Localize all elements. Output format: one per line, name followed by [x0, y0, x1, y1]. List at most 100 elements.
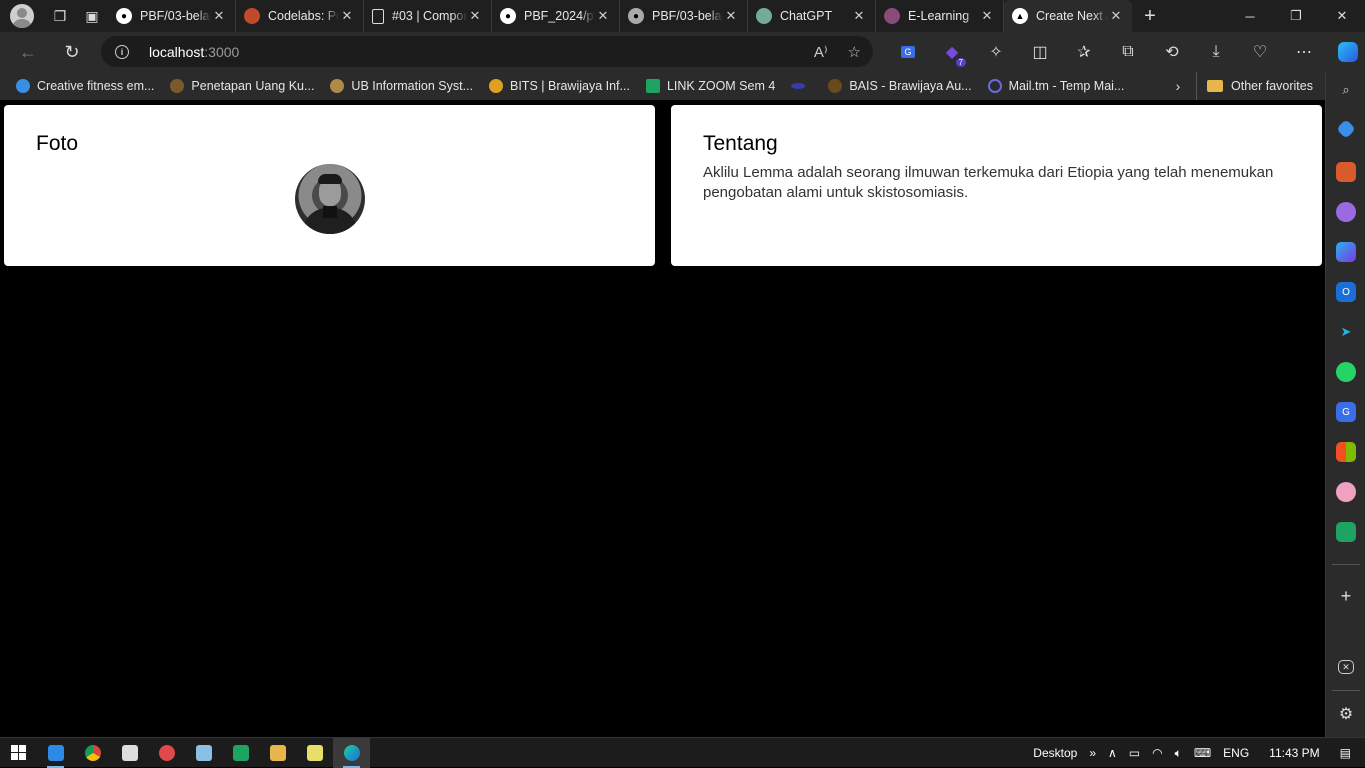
settings-gear-icon[interactable]: ⚙ [1336, 704, 1356, 724]
url-host: localhost [149, 43, 205, 60]
sticky-notes-icon[interactable] [296, 738, 333, 768]
notifications-icon[interactable]: ▤ [1334, 746, 1365, 760]
downloads-icon[interactable]: ⤓ [1194, 32, 1238, 72]
clock[interactable]: 11:43 PM [1255, 746, 1333, 760]
desktop-label[interactable]: Desktop [1027, 746, 1083, 760]
tab-title: E-Learning [908, 9, 970, 23]
windows-start-icon[interactable] [0, 738, 37, 768]
chevron-right-icon[interactable]: › [1168, 72, 1188, 100]
send-icon[interactable]: ➤ [1336, 322, 1356, 342]
performance-icon[interactable]: ♡ [1238, 32, 1282, 72]
collections-icon[interactable]: ⧉ [1106, 32, 1150, 72]
close-tab-icon[interactable]: ✕ [467, 8, 483, 24]
close-tab-icon[interactable]: ✕ [979, 8, 995, 24]
new-tab-button[interactable]: + [1132, 0, 1168, 32]
tab-6[interactable]: E-Learning ✕ [876, 0, 1004, 32]
chrome-icon[interactable] [74, 738, 111, 768]
about-card: Tentang Aklilu Lemma adalah seorang ilmu… [671, 105, 1322, 266]
workspaces-icon[interactable]: ❐ [44, 0, 76, 32]
battery-icon[interactable]: ▭ [1123, 746, 1146, 760]
split-screen-icon[interactable]: ◫ [1018, 32, 1062, 72]
add-icon[interactable]: + [1336, 586, 1356, 606]
close-tab-icon[interactable]: ✕ [595, 8, 611, 24]
whatsapp-icon[interactable] [1336, 362, 1356, 382]
address-bar[interactable]: i localhost:3000 A⁾ ☆ [101, 36, 873, 67]
favorite-site-icon [987, 79, 1002, 93]
document-icon [372, 8, 384, 24]
tab-0[interactable]: ● PBF/03-belajar ✕ [108, 0, 236, 32]
favorite-item[interactable]: Mail.tm - Temp Mai... [980, 72, 1133, 100]
favorite-item[interactable]: UB Information Syst... [322, 72, 481, 100]
refresh-icon[interactable]: ↻ [52, 36, 92, 68]
close-tab-icon[interactable]: ✕ [851, 8, 867, 24]
favorites-icon[interactable]: ✰ [1062, 32, 1106, 72]
favorite-item[interactable]: Creative fitness em... [8, 72, 162, 100]
file-explorer-icon[interactable] [259, 738, 296, 768]
favorite-site-icon [170, 79, 185, 93]
favorite-label: Creative fitness em... [37, 79, 155, 93]
restore-icon[interactable]: ❐ [1273, 0, 1319, 32]
chevron-icon[interactable]: » [1083, 746, 1102, 760]
shopping-tag-icon[interactable] [1336, 119, 1356, 139]
screenshot-icon[interactable]: ✕ [1338, 660, 1354, 674]
close-tab-icon[interactable]: ✕ [723, 8, 739, 24]
meet-icon[interactable] [1336, 522, 1356, 542]
favorite-item[interactable]: BITS | Brawijaya Inf... [481, 72, 638, 100]
tab-3[interactable]: ● PBF_2024/pbf ✕ [492, 0, 620, 32]
brain-icon[interactable] [1336, 482, 1356, 502]
extension-badge-icon[interactable]: ◆ 7 [930, 32, 974, 72]
tab-4[interactable]: ● PBF/03-belajar ✕ [620, 0, 748, 32]
favorite-item[interactable] [783, 72, 820, 100]
tab-2[interactable]: #03 | Compone ✕ [364, 0, 492, 32]
github-icon: ● [628, 8, 644, 24]
microsoft-icon[interactable] [1336, 442, 1356, 462]
keyboard-icon[interactable]: ⌨ [1188, 746, 1217, 760]
tools-icon[interactable] [1336, 162, 1356, 182]
system-tray: Desktop » ∧ ▭ ◠ 🔈︎ ⌨ ENG 11:43 PM ▤ [1027, 738, 1365, 768]
tab-7[interactable]: ▲ Create Next App ✕ [1004, 0, 1132, 32]
tab-title: PBF_2024/pbf [524, 9, 595, 23]
url-text: localhost:3000 [149, 44, 239, 60]
navigation-bar: ← ↻ i localhost:3000 A⁾ ☆ G ◆ 7 ✧ ◫ ✰ ⧉ ⟲… [0, 32, 1365, 72]
favorite-star-icon[interactable]: ☆ [848, 43, 861, 61]
wifi-icon[interactable]: ◠ [1146, 746, 1168, 760]
sidebar-divider [1332, 690, 1360, 691]
app-icon[interactable] [148, 738, 185, 768]
vscode-icon[interactable] [37, 738, 74, 768]
photo-card: Foto [4, 105, 655, 266]
tab-actions-icon[interactable]: ▣ [76, 0, 108, 32]
outlook-icon[interactable]: O [1336, 282, 1356, 302]
notepad-icon[interactable] [111, 738, 148, 768]
extensions-puzzle-icon[interactable]: ✧ [974, 32, 1018, 72]
copilot-icon[interactable] [1326, 32, 1365, 72]
translate-icon[interactable]: G [886, 32, 930, 72]
read-aloud-icon[interactable]: A⁾ [814, 43, 828, 61]
close-tab-icon[interactable]: ✕ [339, 8, 355, 24]
terminal-icon[interactable] [222, 738, 259, 768]
favorite-site-icon [16, 79, 30, 93]
favorite-item[interactable]: Penetapan Uang Ku... [162, 72, 322, 100]
language-indicator[interactable]: ENG [1217, 746, 1255, 760]
translate-sidebar-icon[interactable]: G [1336, 402, 1356, 422]
back-arrow-icon[interactable]: ← [8, 36, 48, 68]
edge-icon[interactable] [333, 737, 370, 768]
close-window-icon[interactable]: ✕ [1319, 0, 1365, 32]
show-hidden-icons[interactable]: ∧ [1102, 746, 1123, 760]
close-tab-icon[interactable]: ✕ [211, 8, 227, 24]
search-icon[interactable]: ⌕ [1336, 80, 1356, 100]
tab-5[interactable]: ChatGPT ✕ [748, 0, 876, 32]
other-favorites[interactable]: Other favorites [1196, 72, 1313, 100]
site-info-icon[interactable]: i [115, 44, 129, 59]
volume-icon[interactable]: 🔈︎ [1169, 746, 1188, 761]
profile-avatar-icon[interactable] [10, 4, 34, 28]
favorite-item[interactable]: LINK ZOOM Sem 4 [638, 72, 783, 100]
history-icon[interactable]: ⟲ [1150, 32, 1194, 72]
close-tab-icon[interactable]: ✕ [1108, 8, 1124, 24]
favorite-item[interactable]: BAIS - Brawijaya Au... [820, 72, 979, 100]
minimize-icon[interactable]: ─ [1227, 0, 1273, 32]
games-icon[interactable] [1336, 202, 1356, 222]
more-menu-icon[interactable]: ⋯ [1282, 32, 1326, 72]
notes-icon[interactable] [185, 738, 222, 768]
tab-1[interactable]: Codelabs: Pert ✕ [236, 0, 364, 32]
copilot-sidebar-icon[interactable] [1336, 242, 1356, 262]
